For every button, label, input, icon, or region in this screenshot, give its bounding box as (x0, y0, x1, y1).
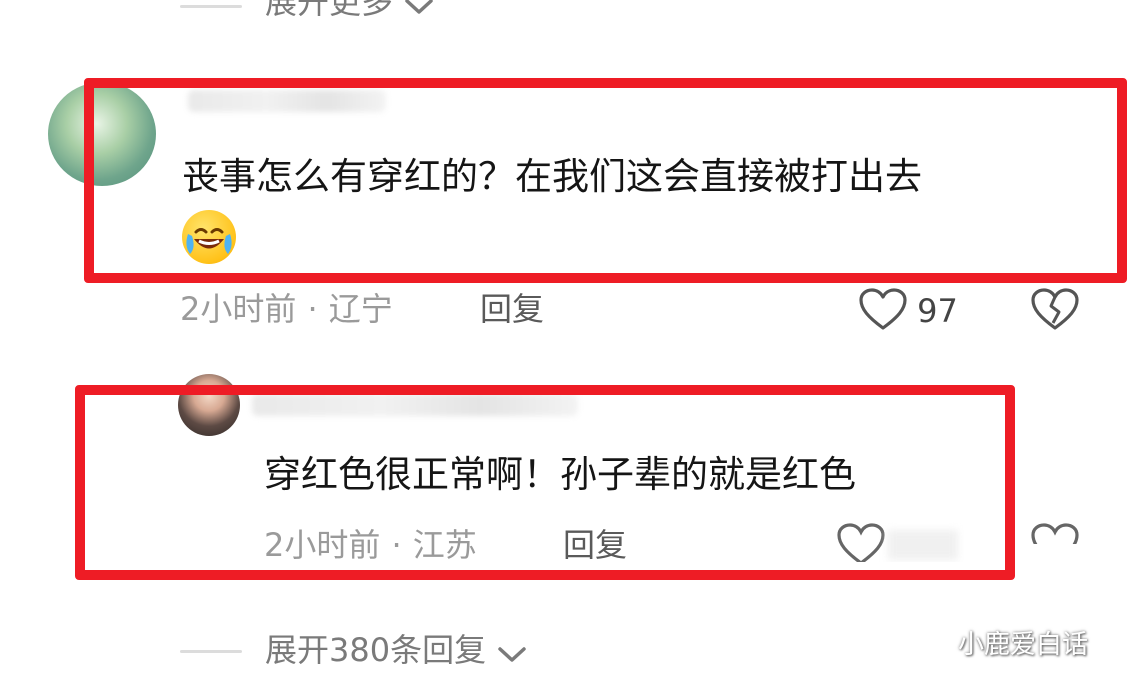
comment-meta: 2小时前 · 江苏 (264, 529, 477, 561)
avatar[interactable] (178, 374, 240, 436)
chevron-down-icon (497, 645, 527, 669)
comment-text: 丧事怎么有穿红的？在我们这会直接被打出去 (182, 155, 922, 198)
comment-text: 穿红色很正常啊！孙子辈的就是红色 (264, 453, 856, 496)
comment-time: 2小时前 (264, 526, 381, 564)
like-button[interactable]: 97 (858, 287, 958, 335)
expand-divider (180, 650, 242, 653)
reply-button[interactable]: 回复 (480, 293, 544, 325)
like-count: 97 (917, 292, 958, 330)
expand-replies-button[interactable]: 展开380条回复 (265, 634, 527, 669)
comment-time: 2小时前 (180, 290, 297, 328)
heart-icon (836, 523, 886, 562)
comment-meta: 2小时前 · 辽宁 (180, 293, 393, 325)
expand-replies-label: 展开380条回复 (265, 631, 487, 669)
like-button[interactable] (836, 522, 966, 562)
avatar[interactable] (48, 82, 156, 186)
username-blurred[interactable] (252, 394, 578, 416)
broken-heart-icon (1030, 288, 1080, 335)
dislike-button[interactable] (1030, 287, 1080, 335)
comment-location: 辽宁 (328, 290, 393, 328)
watermark: 小鹿爱白话 (958, 630, 1089, 660)
heart-icon (858, 287, 908, 335)
expand-more-button[interactable]: 展开更多 (265, 0, 434, 21)
dislike-button[interactable] (1030, 522, 1082, 544)
meta-separator: · (391, 526, 402, 564)
crying-laughing-emoji-icon (182, 210, 236, 264)
chevron-down-icon (404, 0, 434, 21)
expand-divider-top (180, 5, 242, 8)
meta-separator: · (307, 290, 318, 328)
reply-button[interactable]: 回复 (563, 529, 627, 561)
like-count-blurred (888, 530, 958, 560)
comment-location: 江苏 (412, 526, 477, 564)
username-blurred[interactable] (188, 90, 386, 112)
expand-more-label: 展开更多 (265, 0, 394, 21)
